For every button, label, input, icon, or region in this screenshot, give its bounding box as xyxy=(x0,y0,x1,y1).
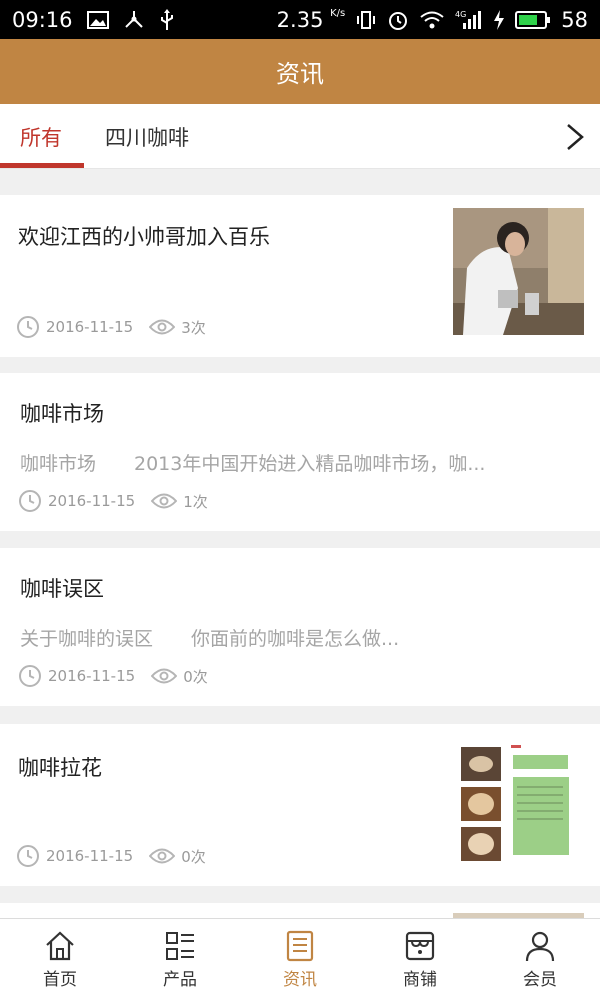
usb-icon xyxy=(159,8,175,31)
wifi-icon xyxy=(419,10,445,30)
charging-icon xyxy=(493,9,505,30)
image-icon xyxy=(86,10,109,29)
news-meta: 2016-11-15 0次 xyxy=(16,844,206,868)
news-date: 2016-11-15 xyxy=(46,318,134,336)
news-item[interactable]: 咖啡误区 关于咖啡的误区 你面前的咖啡是怎么做... 2016-11-15 0次 xyxy=(0,548,600,706)
category-tabs: 所有 四川咖啡 xyxy=(0,104,600,169)
nav-products[interactable]: 产品 xyxy=(120,919,240,1000)
eye-icon xyxy=(149,318,176,336)
nav-home[interactable]: 首页 xyxy=(0,919,120,1000)
news-icon xyxy=(286,930,314,962)
news-thumbnail xyxy=(453,208,584,335)
eye-icon xyxy=(149,847,176,865)
news-views: 1次 xyxy=(183,492,208,511)
clock-icon xyxy=(18,664,42,688)
nav-label: 首页 xyxy=(43,970,77,990)
nav-member[interactable]: 会员 xyxy=(480,919,600,1000)
tab-label: 四川咖啡 xyxy=(105,125,189,150)
news-date: 2016-11-15 xyxy=(46,847,134,865)
app-header: 资讯 xyxy=(0,39,600,104)
nav-label: 商铺 xyxy=(403,970,437,990)
chevron-right-icon[interactable] xyxy=(562,121,588,153)
news-item[interactable]: 咖啡市场 咖啡市场 2013年中国开始进入精品咖啡市场，咖... 2016-11… xyxy=(0,373,600,531)
status-bar: 09:16 2.35 K/s 4G 58 xyxy=(0,0,600,39)
page-title: 资讯 xyxy=(276,60,324,88)
eye-icon xyxy=(151,667,178,685)
clock-icon xyxy=(18,489,42,513)
grid-list-icon xyxy=(166,932,194,960)
status-time: 09:16 xyxy=(12,7,73,32)
news-title: 咖啡拉花 xyxy=(18,756,102,780)
svg-text:4G: 4G xyxy=(455,10,466,19)
news-thumbnail xyxy=(453,741,584,868)
battery-icon xyxy=(515,10,551,30)
news-views: 0次 xyxy=(183,667,208,686)
news-title: 欢迎江西的小帅哥加入百乐 xyxy=(18,225,270,249)
eye-icon xyxy=(151,492,178,510)
home-icon xyxy=(46,931,74,961)
tab-sichuan-coffee[interactable]: 四川咖啡 xyxy=(105,104,189,169)
news-meta: 2016-11-15 1次 xyxy=(18,489,208,513)
news-date: 2016-11-15 xyxy=(48,492,136,510)
nav-label: 会员 xyxy=(523,970,557,990)
news-item[interactable]: 咖啡拉花 2016-11-15 0次 xyxy=(0,724,600,886)
news-item[interactable]: 欢迎江西的小帅哥加入百乐 2016-11-15 3次 xyxy=(0,195,600,357)
news-title: 咖啡误区 xyxy=(20,577,104,601)
nav-label: 资讯 xyxy=(283,970,317,990)
signal-icon: 4G xyxy=(455,9,483,31)
news-summary: 咖啡市场 2013年中国开始进入精品咖啡市场，咖... xyxy=(20,453,486,475)
bottom-nav: 首页 产品 资讯 商铺 会员 xyxy=(0,918,600,1000)
nav-label: 产品 xyxy=(163,970,197,990)
tab-label: 所有 xyxy=(20,125,62,150)
news-summary: 关于咖啡的误区 你面前的咖啡是怎么做... xyxy=(20,628,400,650)
news-views: 3次 xyxy=(181,318,206,337)
tab-all[interactable]: 所有 xyxy=(20,104,62,169)
usb-share-icon xyxy=(123,10,145,30)
news-views: 0次 xyxy=(181,847,206,866)
news-meta: 2016-11-15 0次 xyxy=(18,664,208,688)
user-icon xyxy=(525,931,555,962)
network-speed: 2.35 K/s xyxy=(276,7,346,32)
news-title: 咖啡市场 xyxy=(20,402,104,426)
clock-icon xyxy=(16,315,40,339)
vibrate-icon xyxy=(355,10,377,30)
clock-icon xyxy=(16,844,40,868)
news-date: 2016-11-15 xyxy=(48,667,136,685)
nav-news[interactable]: 资讯 xyxy=(240,919,360,1000)
news-meta: 2016-11-15 3次 xyxy=(16,315,206,339)
battery-percent: 58 xyxy=(561,7,588,32)
nav-store[interactable]: 商铺 xyxy=(360,919,480,1000)
store-icon xyxy=(405,931,435,961)
active-tab-indicator xyxy=(0,163,84,168)
alarm-icon xyxy=(387,9,409,31)
